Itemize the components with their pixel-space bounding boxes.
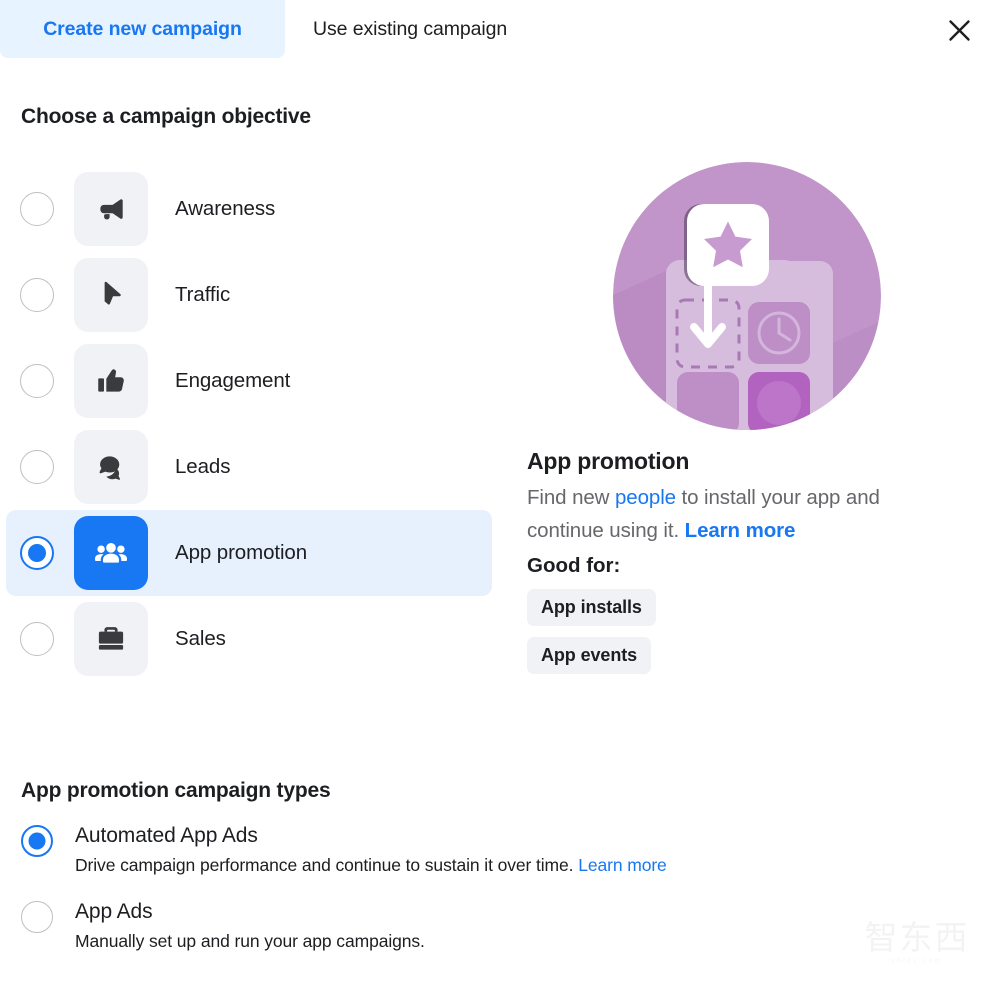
objective-row-awareness[interactable]: Awareness [6,166,492,252]
objective-icon-tile-engagement [74,344,148,418]
campaign-type-name-automated-app-ads: Automated App Ads [75,824,258,847]
people-link[interactable]: people [615,486,676,509]
objective-row-app-promotion[interactable]: App promotion [6,510,492,596]
briefcase-icon [94,622,128,656]
objective-row-leads[interactable]: Leads [6,424,492,510]
objective-radio-sales[interactable] [20,622,54,656]
objective-radio-awareness[interactable] [20,192,54,226]
objective-radio-app-promotion[interactable] [20,536,54,570]
detail-desc-part1: Find new [527,486,615,509]
campaign-type-desc-app-ads: Manually set up and run your app campaig… [75,931,425,952]
app-promotion-illustration-icon [611,160,883,432]
chat-bubbles-icon [94,450,128,484]
campaign-type-learn-more-link-0[interactable]: Learn more [578,855,667,875]
tab-bar: Create new campaign Use existing campaig… [0,0,1000,58]
campaign-type-row-app-ads[interactable]: App Ads Manually set up and run your app… [21,898,921,952]
objective-label-traffic: Traffic [175,283,231,306]
close-icon [946,17,973,44]
campaign-types-title: App promotion campaign types [21,779,331,802]
objective-icon-tile-sales [74,602,148,676]
cursor-icon [94,278,128,312]
close-button[interactable] [939,10,979,50]
objective-row-traffic[interactable]: Traffic [6,252,492,338]
objective-icon-tile-leads [74,430,148,504]
objective-row-sales[interactable]: Sales [6,596,492,682]
campaign-type-radio-automated-app-ads[interactable] [21,825,53,857]
campaign-type-desc-text-0: Drive campaign performance and continue … [75,855,579,875]
objective-icon-tile-traffic [74,258,148,332]
objective-detail-panel: App promotion Find new people to install… [527,160,967,685]
objective-label-sales: Sales [175,627,226,650]
objective-icon-tile-awareness [74,172,148,246]
campaign-type-desc-text-1: Manually set up and run your app campaig… [75,931,425,951]
objective-label-leads: Leads [175,455,231,478]
detail-learn-more-link[interactable]: Learn more [685,519,796,542]
good-for-badges: App installs App events [527,589,967,685]
badge-app-events: App events [527,637,652,674]
campaign-type-name-app-ads: App Ads [75,900,153,923]
objective-radio-engagement[interactable] [20,364,54,398]
objective-icon-tile-app-promotion [74,516,148,590]
tab-use-existing-campaign[interactable]: Use existing campaign [285,0,535,58]
thumbs-up-icon [94,364,128,398]
badge-app-installs: App installs [527,589,656,626]
objective-label-awareness: Awareness [175,197,276,220]
campaign-type-row-automated-app-ads[interactable]: Automated App Ads Drive campaign perform… [21,822,921,876]
people-group-icon [93,535,129,571]
campaign-type-radio-app-ads[interactable] [21,901,53,933]
objective-label-engagement: Engagement [175,369,291,392]
objective-list: Awareness Traffic Engagement Leads App p… [6,166,492,682]
objective-radio-traffic[interactable] [20,278,54,312]
objective-section-title: Choose a campaign objective [21,105,311,128]
detail-title: App promotion [527,448,690,474]
campaign-types-list: Automated App Ads Drive campaign perform… [21,822,921,974]
good-for-label: Good for: [527,554,621,577]
objective-label-app-promotion: App promotion [175,541,308,564]
campaign-type-desc-automated-app-ads: Drive campaign performance and continue … [75,855,667,876]
detail-description: Find new people to install your app and … [527,481,947,547]
illustration-wrap [527,160,967,432]
tab-create-new-campaign[interactable]: Create new campaign [0,0,285,58]
campaign-objective-dialog: Create new campaign Use existing campaig… [0,0,1000,985]
objective-radio-leads[interactable] [20,450,54,484]
megaphone-icon [94,192,128,226]
objective-row-engagement[interactable]: Engagement [6,338,492,424]
